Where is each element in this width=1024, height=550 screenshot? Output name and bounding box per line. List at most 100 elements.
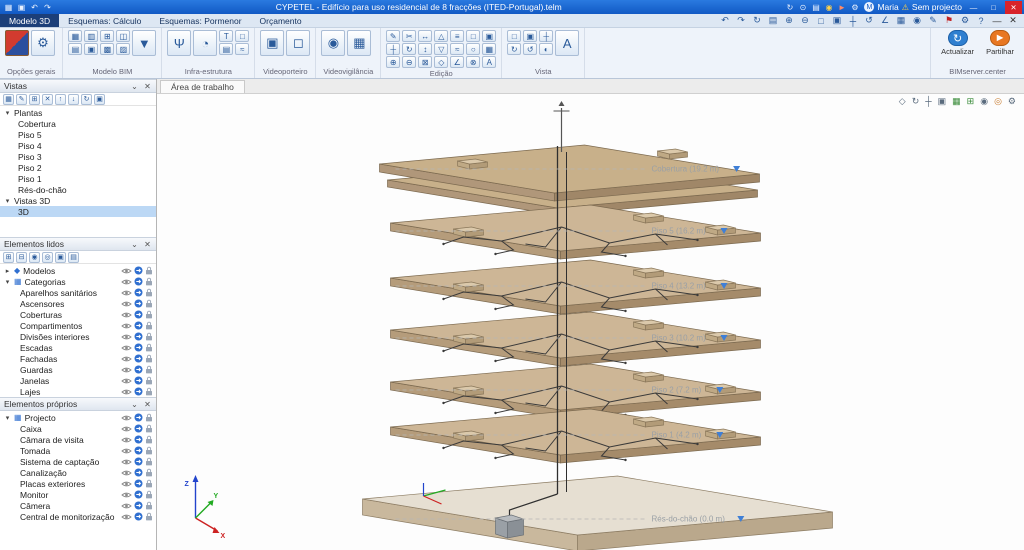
offset-icon[interactable]: ◇ [434,56,448,68]
undo-icon[interactable]: ↶ [28,1,41,13]
lock-icon[interactable] [145,354,153,363]
rectangle-icon[interactable]: □ [466,30,480,42]
view-item-3d[interactable]: 3D [0,206,156,217]
chevron-down-icon[interactable]: ⌄ [130,400,139,409]
zoom-extents-view-icon[interactable]: ▣ [938,96,947,107]
lock-icon[interactable] [145,266,153,275]
bim-tables-icon[interactable]: ▤ [68,43,82,55]
snapshot-view-icon[interactable]: ◎ [994,96,1002,107]
sync-state-icon[interactable] [134,376,143,385]
expand-icon[interactable]: ▸ [4,267,11,275]
edit-icon[interactable]: ✎ [927,15,939,27]
tree-item-c-mara-de-visita[interactable]: Câmara de visita [0,434,156,445]
tree-item-janelas[interactable]: Janelas [0,375,156,386]
measure-icon[interactable]: ∠ [450,56,464,68]
sync-state-icon[interactable] [134,288,143,297]
refresh-icon[interactable]: ↻ [751,15,763,27]
tree-item-divis-es-interiores[interactable]: Divisões interiores [0,331,156,342]
tree-item-coberturas[interactable]: Coberturas [0,309,156,320]
settings-icon[interactable]: ⚙ [848,1,861,13]
grid-icon[interactable]: ▦ [482,43,496,55]
explode-icon[interactable]: ⊗ [466,56,480,68]
view-item-piso-4[interactable]: Piso 4 [0,140,156,151]
circle-icon[interactable]: ○ [466,43,480,55]
capture-icon[interactable]: ◉ [822,1,835,13]
3d-viewport[interactable]: Cobertura (19.2 m)Piso 5 (16.2 m)Piso 4 … [157,94,1024,550]
tree-item-sistema-de-capta-o[interactable]: Sistema de captação [0,456,156,467]
move-down-icon[interactable]: ↓ [68,94,79,105]
search-icon[interactable]: ⊙ [796,1,809,13]
lock-icon[interactable] [145,343,153,352]
view-settings-icon[interactable]: ⚙ [1008,96,1016,107]
zoom-window-icon[interactable]: □ [507,30,521,42]
tree-item-c-mera[interactable]: Câmera [0,500,156,511]
sync-state-icon[interactable] [134,354,143,363]
visibility-icon[interactable] [121,366,132,374]
intercom-monitor-icon[interactable]: ▣ [260,30,284,56]
redo-icon[interactable]: ↷ [41,1,54,13]
sync-state-icon[interactable] [134,435,143,444]
help-icon[interactable]: ? [975,15,987,27]
visibility-icon[interactable] [121,469,132,477]
tree-group-vistas-3d[interactable]: ▾Vistas 3D [0,195,156,206]
lock-all-icon[interactable]: ▣ [55,252,66,263]
tree-item-caixa[interactable]: Caixa [0,423,156,434]
collapse-icon[interactable]: ▾ [4,414,11,422]
orbit-icon[interactable]: ↻ [507,43,521,55]
sync-state-icon[interactable] [134,277,143,286]
visibility-icon[interactable] [121,333,132,341]
previous-view-icon[interactable]: ↺ [523,43,537,55]
lock-icon[interactable] [145,512,153,521]
chevron-down-icon[interactable]: ⌄ [130,240,139,249]
draw-icon[interactable]: ✎ [386,30,400,42]
workspace-tab[interactable]: Área de trabalho [160,80,245,93]
visibility-icon[interactable] [121,414,132,422]
group-icon[interactable]: ≡ [450,30,464,42]
view-options-icon[interactable]: ▣ [94,94,105,105]
mirror-v-icon[interactable]: ↕ [418,43,432,55]
project-status[interactable]: ⚠ Sem projecto [902,2,962,12]
general-options-icon[interactable]: ⚙ [31,30,55,56]
visibility-icon[interactable] [121,425,132,433]
menu-tab-esquemas-pormenor[interactable]: Esquemas: Pormenor [150,14,250,27]
new-view-icon[interactable]: ▦ [3,94,14,105]
orbit-view-icon[interactable]: ↻ [912,96,920,107]
snap-icon[interactable]: ▣ [482,30,496,42]
sync-state-icon[interactable] [134,266,143,275]
print-icon[interactable]: ▤ [809,1,822,13]
tree-item-tomada[interactable]: Tomada [0,445,156,456]
erase-icon[interactable]: ⊠ [418,56,432,68]
tree-item-escadas[interactable]: Escadas [0,342,156,353]
bim-database-icon[interactable]: ▨ [116,43,130,55]
zoom-out-icon[interactable]: ⊖ [799,15,811,27]
menu-tab-esquemas-c-lculo[interactable]: Esquemas: Cálculo [59,14,150,27]
sync-state-icon[interactable] [134,468,143,477]
maximize-button[interactable]: □ [985,1,1002,14]
zoom-window-icon[interactable]: □ [815,15,827,27]
bim-links-icon[interactable]: ◫ [116,30,130,42]
sync-state-icon[interactable] [134,457,143,466]
lock-icon[interactable] [145,413,153,422]
bim-views-icon[interactable]: ▣ [84,43,98,55]
lock-icon[interactable] [145,332,153,341]
collapse-icon[interactable]: ▾ [4,278,11,286]
rack-icon[interactable]: ▤ [219,43,233,55]
view-item-piso-3[interactable]: Piso 3 [0,151,156,162]
lock-icon[interactable] [145,468,153,477]
view-item-piso-5[interactable]: Piso 5 [0,129,156,140]
tree-item-fachadas[interactable]: Fachadas [0,353,156,364]
menu-tab-or-amento[interactable]: Orçamento [251,14,311,27]
tree-item-placas-exteriores[interactable]: Placas exteriores [0,478,156,489]
lock-icon[interactable] [145,321,153,330]
annotate-icon[interactable]: A [555,30,579,56]
perspective-icon[interactable]: ◇ [899,96,906,107]
visibility-icon[interactable] [121,344,132,352]
view-item-r-s-do-ch-o[interactable]: Rés-do-chão [0,184,156,195]
tree-group-modelos[interactable]: ▸◆Modelos [0,265,156,276]
visibility-icon[interactable] [121,502,132,510]
update-bim-button[interactable]: ↻Actualizar [941,30,974,66]
sync-state-icon[interactable] [134,332,143,341]
lock-icon[interactable] [145,387,153,396]
chevron-down-icon[interactable]: ⌄ [130,82,139,91]
share-bim-button[interactable]: ►Partilhar [986,30,1014,66]
